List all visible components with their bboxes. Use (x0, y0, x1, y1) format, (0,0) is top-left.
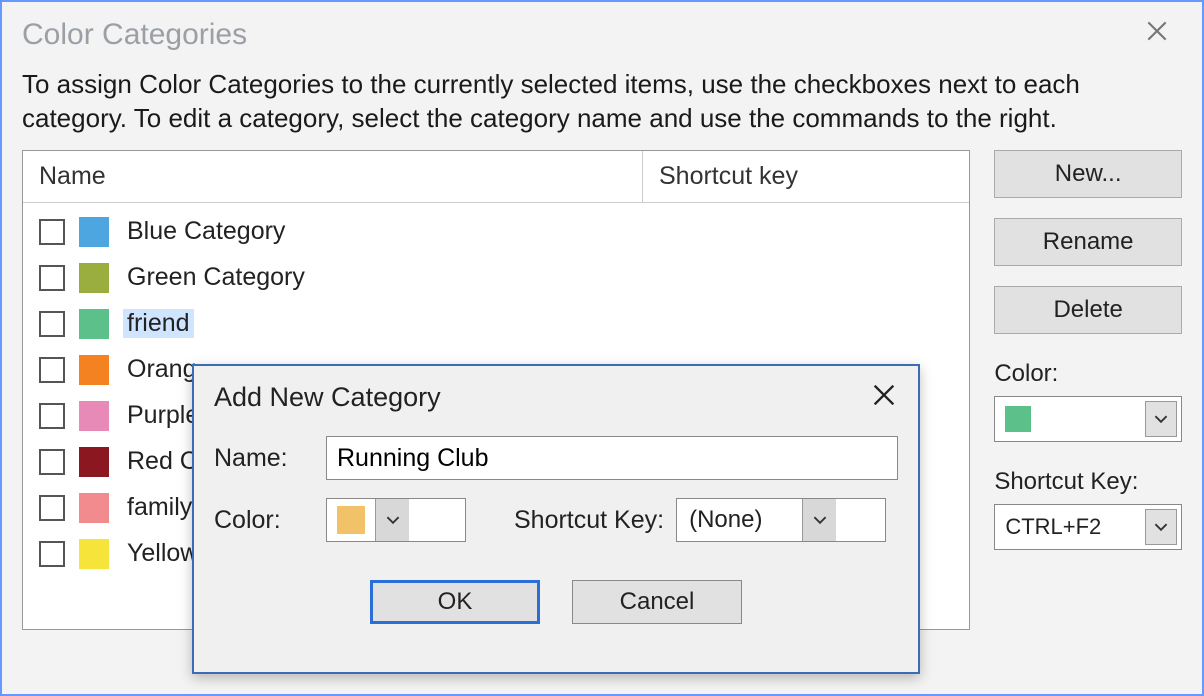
category-label[interactable]: friend (123, 309, 194, 338)
category-checkbox[interactable] (39, 449, 65, 475)
color-dropdown[interactable] (326, 498, 466, 542)
window-title: Color Categories (22, 18, 247, 52)
list-header: Name Shortcut key (23, 151, 969, 203)
category-label[interactable]: Green Category (123, 263, 309, 292)
color-swatch-icon (79, 493, 109, 523)
sidebar: New... Rename Delete Color: Shortcut Key… (994, 150, 1182, 630)
color-categories-window: Color Categories To assign Color Categor… (0, 0, 1204, 696)
chevron-down-icon (1145, 401, 1177, 437)
category-row[interactable]: Blue Category (39, 209, 953, 255)
category-label[interactable]: family (123, 493, 196, 522)
shortcut-key-dropdown[interactable]: CTRL+F2 (994, 504, 1182, 550)
category-label[interactable]: Blue Category (123, 217, 289, 246)
instructions-text: To assign Color Categories to the curren… (2, 62, 1202, 150)
color-label: Color: (994, 360, 1182, 388)
color-swatch-icon (79, 309, 109, 339)
category-label[interactable]: Yellow (123, 539, 202, 568)
category-checkbox[interactable] (39, 311, 65, 337)
category-checkbox[interactable] (39, 403, 65, 429)
category-row[interactable]: Green Category (39, 255, 953, 301)
shortcut-key-value: CTRL+F2 (1005, 514, 1101, 540)
close-icon[interactable] (1132, 18, 1182, 52)
color-field-label: Color: (214, 506, 314, 535)
category-checkbox[interactable] (39, 219, 65, 245)
color-swatch-icon (79, 263, 109, 293)
delete-button[interactable]: Delete (994, 286, 1182, 334)
shortcut-key-value: (None) (689, 506, 762, 534)
category-checkbox[interactable] (39, 541, 65, 567)
color-swatch-icon (337, 506, 365, 534)
chevron-down-icon (1145, 509, 1177, 545)
dialog-title: Add New Category (214, 382, 441, 413)
column-header-shortcut[interactable]: Shortcut key (643, 162, 798, 191)
category-checkbox[interactable] (39, 357, 65, 383)
name-field-label: Name: (214, 444, 314, 473)
color-swatch-icon (1005, 406, 1031, 432)
shortcut-key-label: Shortcut Key: (994, 468, 1182, 496)
cancel-button[interactable]: Cancel (572, 580, 742, 624)
category-label[interactable]: Orang (123, 355, 200, 384)
rename-button[interactable]: Rename (994, 218, 1182, 266)
chevron-down-icon (375, 499, 409, 541)
close-icon[interactable] (870, 376, 898, 418)
category-label[interactable]: Red C (123, 447, 202, 476)
category-checkbox[interactable] (39, 495, 65, 521)
column-header-name[interactable]: Name (23, 151, 643, 202)
new-button[interactable]: New... (994, 150, 1182, 198)
category-checkbox[interactable] (39, 265, 65, 291)
shortcut-key-field-label: Shortcut Key: (514, 506, 664, 535)
color-swatch-icon (79, 539, 109, 569)
color-swatch-icon (79, 401, 109, 431)
ok-button[interactable]: OK (370, 580, 540, 624)
chevron-down-icon (802, 499, 836, 541)
color-dropdown[interactable] (994, 396, 1182, 442)
category-row[interactable]: friend (39, 301, 953, 347)
shortcut-key-dropdown[interactable]: (None) (676, 498, 886, 542)
add-new-category-dialog: Add New Category Name: Color: Shortcut K (192, 364, 920, 674)
titlebar: Color Categories (2, 2, 1202, 62)
color-swatch-icon (79, 447, 109, 477)
color-swatch-icon (79, 355, 109, 385)
color-swatch-icon (79, 217, 109, 247)
name-input[interactable] (326, 436, 898, 480)
